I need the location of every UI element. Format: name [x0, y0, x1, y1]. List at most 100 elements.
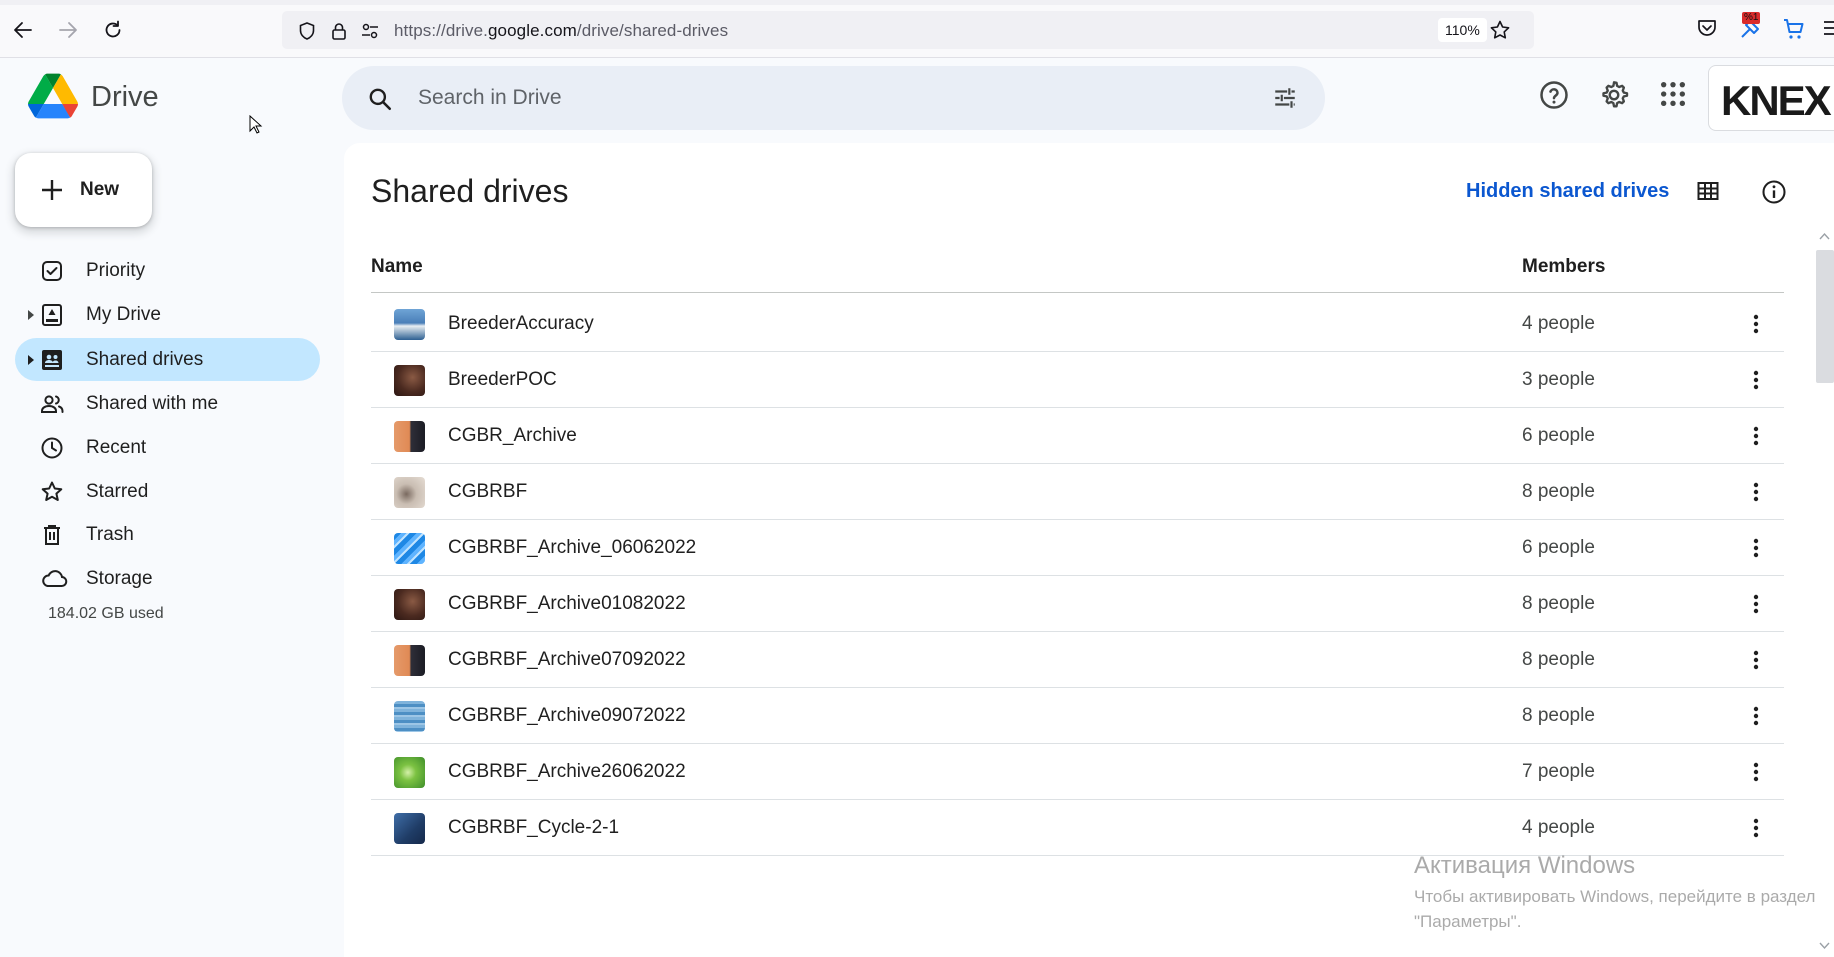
drive-name[interactable]: CGBRBF_Archive_06062022: [448, 537, 696, 559]
drive-name[interactable]: BreederAccuracy: [448, 313, 594, 335]
grid-view-icon[interactable]: [1696, 179, 1720, 203]
drive-members: 8 people: [1522, 593, 1595, 614]
more-actions-icon[interactable]: [1748, 592, 1764, 616]
sidebar-item-label: Priority: [86, 260, 146, 281]
table-row[interactable]: CGBRBF_Archive26062022 7 people: [371, 744, 1784, 800]
search-bar[interactable]: [342, 66, 1325, 130]
bookmark-star-icon[interactable]: [1489, 19, 1511, 41]
mouse-cursor-icon: [249, 115, 263, 134]
url-text[interactable]: https://drive.google.com/drive/shared-dr…: [394, 21, 728, 41]
main-panel: Shared drives Hidden shared drives Name …: [344, 143, 1834, 957]
table-row[interactable]: CGBRBF_Archive01082022 8 people: [371, 576, 1784, 632]
column-header-name[interactable]: Name: [371, 256, 423, 278]
table-row[interactable]: BreederPOC 3 people: [371, 352, 1784, 408]
drive-name[interactable]: CGBRBF_Archive01082022: [448, 593, 686, 615]
app-title[interactable]: Drive: [91, 81, 159, 114]
apps-grid-icon[interactable]: [1659, 80, 1687, 108]
reload-button[interactable]: [100, 17, 126, 43]
account-button[interactable]: KNEX: [1708, 65, 1834, 131]
table-row[interactable]: BreederAccuracy 4 people: [371, 296, 1784, 352]
header-divider: [371, 292, 1784, 293]
scrollbar-thumb[interactable]: [1816, 250, 1834, 383]
sidebar-item-label: Starred: [86, 481, 149, 502]
drive-thumbnail: [394, 757, 425, 788]
sidebar-item-shared-with-me[interactable]: Shared with me: [15, 382, 320, 425]
search-icon[interactable]: [367, 86, 393, 112]
drive-thumbnail: [394, 365, 425, 396]
new-button[interactable]: New: [15, 153, 152, 227]
sidebar-item-priority[interactable]: Priority: [15, 249, 320, 292]
more-actions-icon[interactable]: [1748, 816, 1764, 840]
more-actions-icon[interactable]: [1748, 312, 1764, 336]
more-actions-icon[interactable]: [1748, 648, 1764, 672]
arrow-right-icon: [59, 22, 77, 38]
browser-toolbar: https://drive.google.com/drive/shared-dr…: [0, 0, 1834, 58]
drive-thumbnail: [394, 645, 425, 676]
site-permissions-icon[interactable]: [360, 21, 380, 41]
address-bar[interactable]: https://drive.google.com/drive/shared-dr…: [282, 11, 1534, 49]
priority-icon: [42, 261, 62, 281]
scroll-up-icon[interactable]: [1815, 230, 1834, 242]
drive-thumbnail: [394, 813, 425, 844]
storage-used-text: 184.02 GB used: [48, 605, 164, 622]
google-drive-logo[interactable]: [28, 73, 78, 119]
windows-activation-text: Чтобы активировать Windows, перейдите в …: [1414, 884, 1815, 934]
new-button-label: New: [80, 179, 120, 200]
page-title: Shared drives: [371, 173, 569, 209]
drive-name[interactable]: CGBR_Archive: [448, 425, 577, 447]
info-icon[interactable]: [1761, 179, 1787, 205]
more-actions-icon[interactable]: [1748, 536, 1764, 560]
more-actions-icon[interactable]: [1748, 424, 1764, 448]
help-icon[interactable]: [1539, 80, 1569, 110]
drive-name[interactable]: CGBRBF_Archive26062022: [448, 761, 686, 783]
pocket-icon[interactable]: [1696, 17, 1718, 39]
table-row[interactable]: CGBRBF 8 people: [371, 464, 1784, 520]
more-actions-icon[interactable]: [1748, 368, 1764, 392]
tab-strip-edge: [0, 0, 1834, 5]
back-button[interactable]: [10, 17, 36, 43]
clock-icon: [41, 437, 63, 459]
drive-name[interactable]: CGBRBF_Cycle-2-1: [448, 817, 619, 839]
hidden-shared-drives-link[interactable]: Hidden shared drives: [1466, 180, 1669, 203]
sidebar-item-starred[interactable]: Starred: [15, 470, 320, 513]
sidebar-item-label: Shared with me: [86, 393, 219, 414]
lock-icon[interactable]: [329, 21, 349, 41]
column-header-members[interactable]: Members: [1522, 256, 1605, 278]
sidebar-item-shared-drives[interactable]: Shared drives: [15, 338, 320, 381]
more-actions-icon[interactable]: [1748, 480, 1764, 504]
table-row[interactable]: CGBRBF_Archive07092022 8 people: [371, 632, 1784, 688]
shopping-cart-icon[interactable]: [1782, 17, 1806, 41]
shield-icon[interactable]: [297, 21, 317, 41]
drive-name[interactable]: BreederPOC: [448, 369, 557, 391]
drive-name[interactable]: CGBRBF: [448, 481, 527, 503]
table-row[interactable]: CGBRBF_Cycle-2-1 4 people: [371, 800, 1784, 856]
table-row[interactable]: CGBR_Archive 6 people: [371, 408, 1784, 464]
extension-badge: %1: [1742, 12, 1761, 24]
caret-right-icon[interactable]: [27, 310, 35, 320]
table-row[interactable]: CGBRBF_Archive09072022 8 people: [371, 688, 1784, 744]
drive-name[interactable]: CGBRBF_Archive07092022: [448, 649, 686, 671]
drive-thumbnail: [394, 533, 425, 564]
drive-members: 4 people: [1522, 817, 1595, 838]
forward-button[interactable]: [55, 17, 81, 43]
sidebar-item-recent[interactable]: Recent: [15, 426, 320, 469]
caret-right-icon[interactable]: [27, 355, 35, 365]
shared-drives-icon: [42, 350, 62, 370]
url-prefix: https://drive.: [394, 21, 488, 40]
table-row[interactable]: CGBRBF_Archive_06062022 6 people: [371, 520, 1784, 576]
overflow-menu-icon[interactable]: [1822, 17, 1834, 39]
sidebar-item-trash[interactable]: Trash: [15, 513, 320, 556]
drive-name[interactable]: CGBRBF_Archive09072022: [448, 705, 686, 727]
arrow-left-icon: [14, 22, 32, 38]
drive-members: 6 people: [1522, 425, 1595, 446]
search-options-icon[interactable]: [1272, 85, 1298, 111]
settings-gear-icon[interactable]: [1599, 80, 1629, 110]
more-actions-icon[interactable]: [1748, 760, 1764, 784]
sidebar-item-my-drive[interactable]: My Drive: [15, 293, 320, 336]
scroll-down-icon[interactable]: [1815, 940, 1834, 952]
search-input[interactable]: [418, 78, 1218, 118]
sidebar-item-storage[interactable]: Storage: [15, 557, 320, 600]
drive-members: 8 people: [1522, 649, 1595, 670]
zoom-level-badge[interactable]: 110%: [1438, 18, 1487, 42]
more-actions-icon[interactable]: [1748, 704, 1764, 728]
